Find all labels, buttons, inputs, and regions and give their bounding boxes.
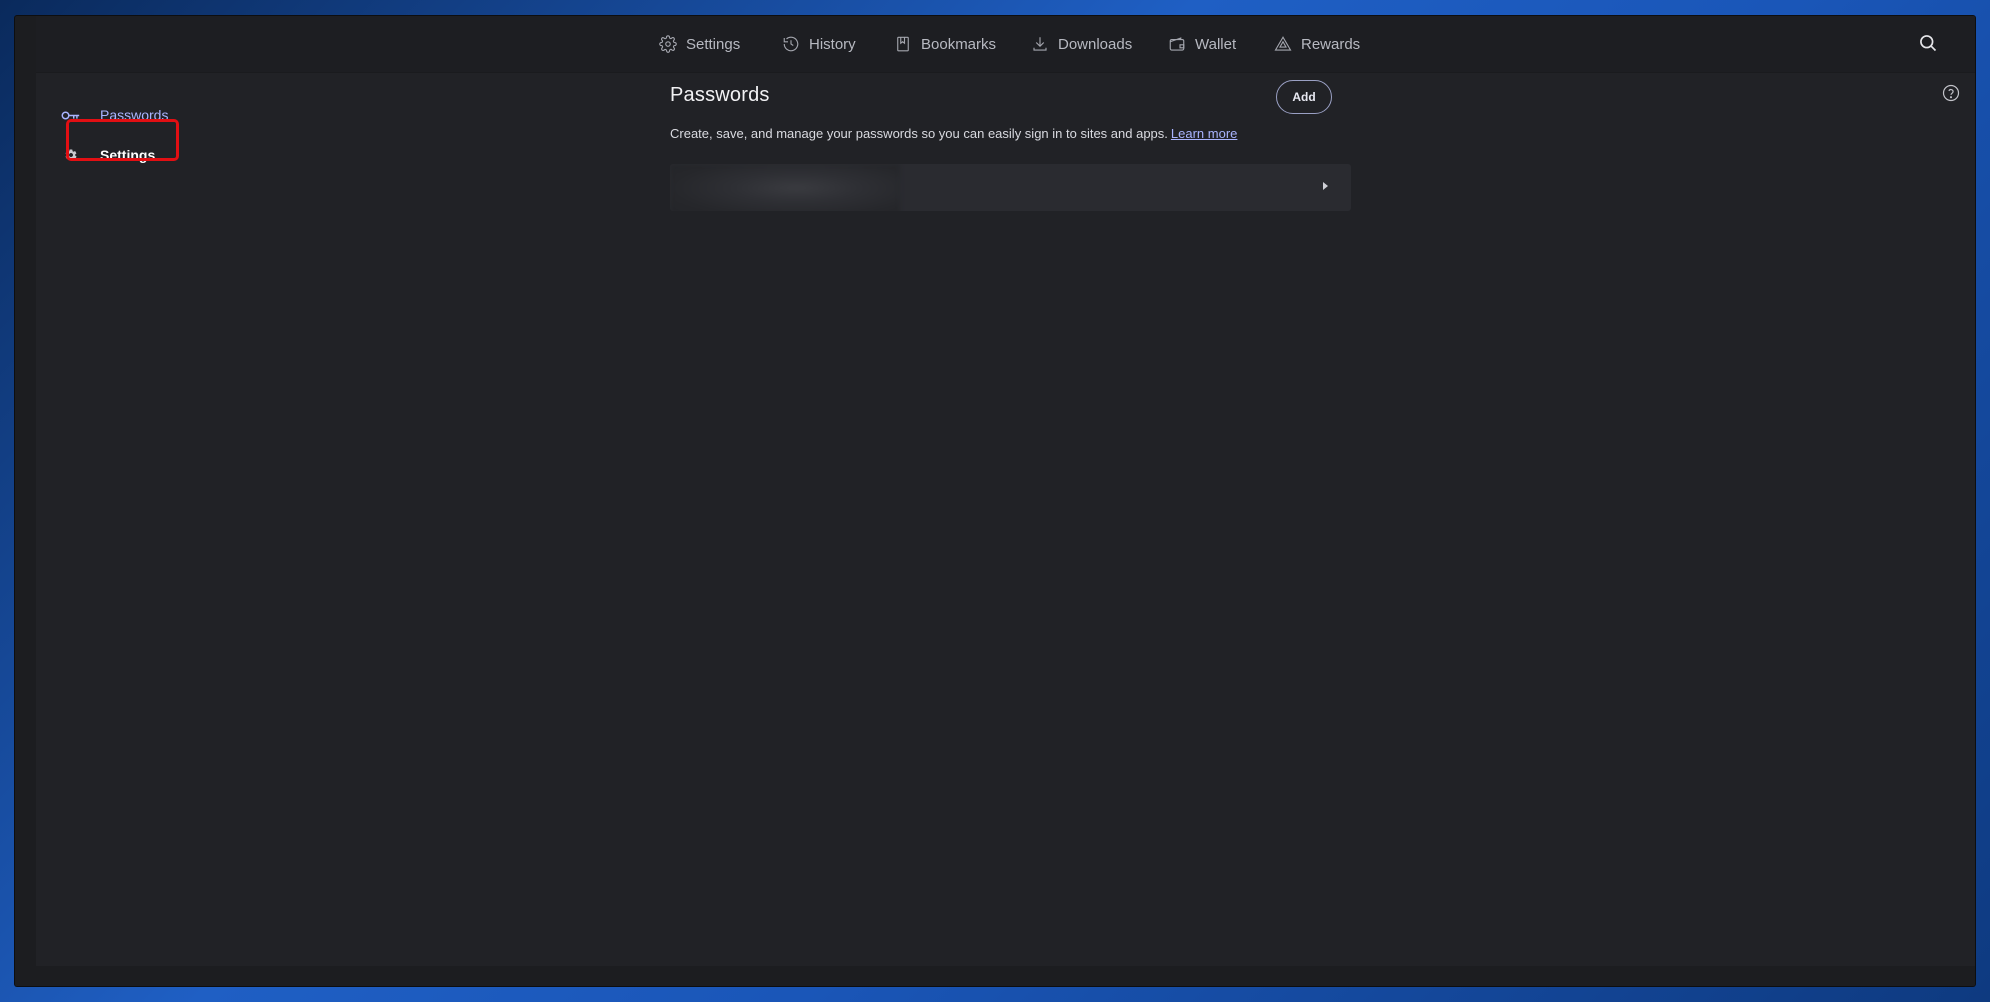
nav-downloads[interactable]: Downloads xyxy=(1031,33,1132,55)
nav-wallet[interactable]: Wallet xyxy=(1168,33,1236,55)
history-icon xyxy=(783,36,799,52)
download-icon xyxy=(1033,37,1047,51)
sidebar-item-label: Passwords xyxy=(100,107,169,123)
description-text: Create, save, and manage your passwords … xyxy=(670,126,1168,141)
sidebar-item-settings[interactable]: Settings xyxy=(60,143,155,167)
page-title: Passwords xyxy=(670,84,770,106)
wallet-icon xyxy=(1169,37,1185,51)
blurred-site-entry xyxy=(670,164,900,211)
nav-rewards-label: Rewards xyxy=(1301,35,1361,53)
search-icon xyxy=(1920,35,1937,52)
sidebar-item-passwords[interactable]: Passwords xyxy=(60,103,168,127)
bookmark-icon xyxy=(897,36,909,52)
password-entry-row[interactable] xyxy=(670,164,1351,211)
chevron-right-icon xyxy=(1323,182,1328,190)
gear-icon xyxy=(60,147,82,163)
nav-bookmarks[interactable]: Bookmarks xyxy=(894,33,996,55)
nav-downloads-label: Downloads xyxy=(1058,35,1133,53)
nav-wallet-label: Wallet xyxy=(1195,35,1237,53)
nav-rewards[interactable]: Rewards xyxy=(1274,33,1360,55)
nav-bookmarks-label: Bookmarks xyxy=(921,35,997,53)
rewards-triangle-icon xyxy=(1274,36,1292,51)
page-description: Create, save, and manage your passwords … xyxy=(670,126,1237,141)
window-bottom-bar xyxy=(15,966,1975,986)
top-navigation: Settings History Bookmarks Downloads Wal… xyxy=(36,16,1975,73)
search-button[interactable] xyxy=(1918,33,1940,55)
add-password-button[interactable]: Add xyxy=(1276,80,1332,114)
key-icon xyxy=(60,107,82,123)
nav-history-label: History xyxy=(809,35,856,53)
gear-icon xyxy=(659,35,677,53)
help-button[interactable] xyxy=(1942,84,1960,102)
sidebar-item-label: Settings xyxy=(100,147,156,163)
browser-window: Settings History Bookmarks Downloads Wal… xyxy=(15,16,1975,986)
page-content: Settings History Bookmarks Downloads Wal… xyxy=(36,16,1975,966)
nav-settings[interactable]: Settings xyxy=(659,33,740,55)
nav-history[interactable]: History xyxy=(782,33,856,55)
help-circle-icon xyxy=(1942,84,1960,102)
learn-more-link[interactable]: Learn more xyxy=(1171,126,1237,141)
nav-settings-label: Settings xyxy=(686,35,741,53)
